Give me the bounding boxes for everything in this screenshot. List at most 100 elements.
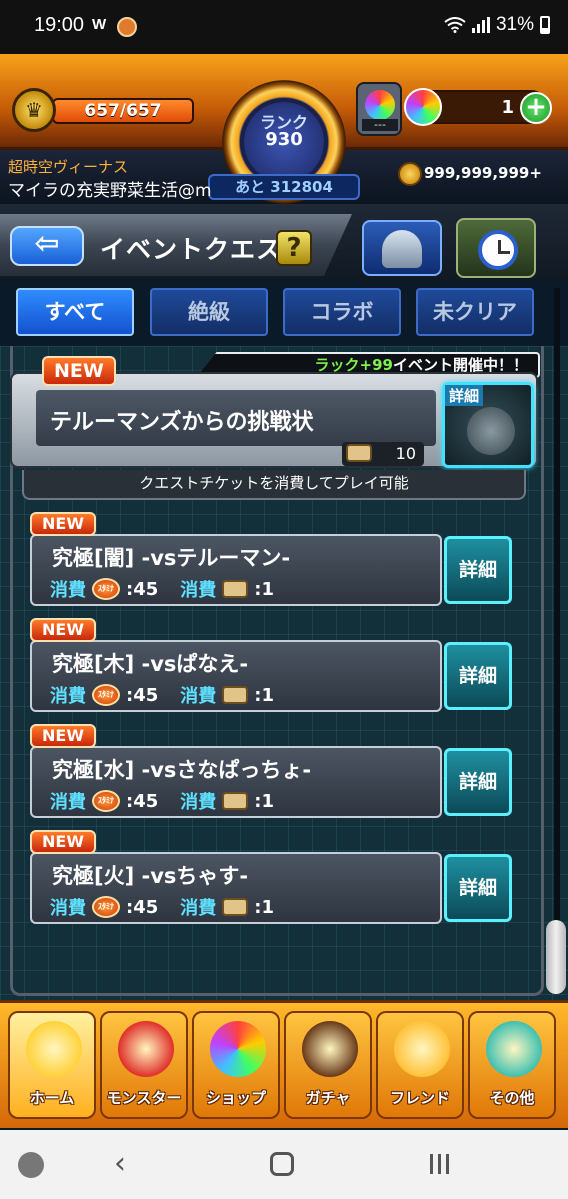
home-nav-button[interactable]: [270, 1152, 294, 1176]
ticket-cost: :1: [254, 790, 274, 812]
orb-icon: [404, 88, 442, 126]
ticket-icon: [222, 580, 249, 598]
bottom-nav: ホーム モンスター ショップ ガチャ フレンド その他: [0, 1000, 568, 1128]
new-badge: NEW: [30, 830, 96, 854]
buy-orb-button[interactable]: +: [520, 92, 552, 124]
nav-monster-button[interactable]: モンスター: [100, 1011, 188, 1119]
back-nav-button[interactable]: ‹: [114, 1146, 126, 1181]
scrollbar-thumb[interactable]: [546, 920, 566, 994]
app-root: 19:00 W 31% 657/657 ♛ ランク 930 あと 312804: [0, 0, 568, 1199]
stamina-icon: ｽﾀﾐﾅ: [92, 790, 120, 812]
event-title: テルーマンズからの挑戦状: [50, 410, 314, 435]
quest-row[interactable]: 究極[火] -vsちゃす- 消費 ｽﾀﾐﾅ:45 消費:1 詳細 NEW: [30, 830, 514, 924]
stamina-cost: :45: [126, 684, 159, 706]
ticket-icon: [346, 444, 372, 462]
stamina-bar: 657/657: [52, 98, 194, 124]
app-indicator-icon: W: [92, 16, 107, 33]
ticket-cost-label: 消費: [180, 792, 217, 813]
rank-value: 930: [265, 129, 303, 150]
tab-all[interactable]: すべて: [16, 288, 134, 336]
new-badge: NEW: [30, 618, 96, 642]
filter-tabs: すべて 絶級 コラボ 未クリア: [0, 282, 568, 346]
event-name: 超時空ヴィーナス: [8, 158, 129, 176]
nav-label: その他: [489, 1089, 535, 1107]
notification-bell-button[interactable]: [362, 220, 442, 276]
ticket-cost: :1: [254, 578, 274, 600]
game-launcher-icon[interactable]: [18, 1152, 44, 1178]
stamina-cost: :45: [126, 578, 159, 600]
quest-name: 究極[闇] -vsテルーマン-: [52, 546, 291, 570]
quest-row[interactable]: 究極[闇] -vsテルーマン- 消費 ｽﾀﾐﾅ:45 消費:1 詳細 NEW: [30, 512, 514, 606]
quest-cost: 消費 ｽﾀﾐﾅ:45 消費:1: [50, 576, 274, 602]
orb-box-icon: [365, 90, 395, 120]
recent-apps-button[interactable]: [430, 1154, 449, 1174]
stamina-cost: :45: [126, 896, 159, 918]
quest-detail-button[interactable]: 詳細: [444, 854, 512, 922]
nav-label: モンスター: [106, 1089, 182, 1107]
quest-detail-button[interactable]: 詳細: [444, 748, 512, 816]
wifi-icon: [444, 17, 466, 33]
quest-row[interactable]: 究極[木] -vsぱなえ- 消費 ｽﾀﾐﾅ:45 消費:1 詳細 NEW: [30, 618, 514, 712]
nav-label: フレンド: [389, 1089, 450, 1107]
stamina-icon: ｽﾀﾐﾅ: [92, 896, 120, 918]
rainbow-orb-icon: [210, 1021, 266, 1077]
rank-next-exp: あと 312804: [208, 174, 360, 200]
quest-cost: 消費 ｽﾀﾐﾅ :45 消費 :1: [50, 788, 274, 814]
gacha-character-icon: [302, 1021, 358, 1077]
nav-home-gate-button[interactable]: ホーム: [8, 1011, 96, 1119]
status-right: 31%: [444, 14, 550, 36]
new-badge: NEW: [42, 356, 116, 386]
ticket-cost-label: 消費: [180, 686, 217, 707]
android-nav-bar: ‹: [0, 1130, 568, 1199]
nav-other-menu-button[interactable]: その他: [468, 1011, 556, 1119]
ticket-cost: :1: [254, 684, 274, 706]
ticket-cost-label: 消費: [180, 898, 217, 919]
back-button[interactable]: ⇦: [10, 226, 84, 266]
quest-body[interactable]: 究極[水] -vsさなぱっちょ- 消費 ｽﾀﾐﾅ :45 消費 :1: [30, 746, 442, 818]
battery-icon: [540, 16, 550, 34]
nav-label: ショップ: [205, 1089, 266, 1107]
event-emblem-icon: [467, 407, 515, 455]
friends-icon: [394, 1021, 450, 1077]
tab-zekkyu[interactable]: 絶級: [150, 288, 268, 336]
quest-detail-button[interactable]: 詳細: [444, 642, 512, 710]
nav-gacha-character-button[interactable]: ガチャ: [284, 1011, 372, 1119]
nav-friends-button[interactable]: フレンド: [376, 1011, 464, 1119]
ticket-icon: [222, 792, 249, 810]
coin-icon: [398, 162, 422, 186]
stamina-cost-label: 消費: [50, 792, 86, 813]
ticket-count: 10: [395, 444, 416, 463]
stamina-cost-label: 消費: [50, 580, 86, 601]
status-time: 19:00: [34, 14, 85, 36]
quest-body[interactable]: 究極[闇] -vsテルーマン- 消費 ｽﾀﾐﾅ:45 消費:1: [30, 534, 442, 606]
quest-body[interactable]: 究極[木] -vsぱなえ- 消費 ｽﾀﾐﾅ:45 消費:1: [30, 640, 442, 712]
clock-icon: [478, 230, 518, 270]
quest-detail-button[interactable]: 詳細: [444, 536, 512, 604]
timer-button[interactable]: [456, 218, 536, 278]
notification-avatar-icon: [117, 17, 137, 37]
stamina-cost: :45: [126, 790, 159, 812]
event-detail-button[interactable]: 詳細: [442, 382, 534, 468]
stamina-cost-label: 消費: [50, 686, 86, 707]
new-badge: NEW: [30, 512, 96, 536]
tab-uncleared[interactable]: 未クリア: [416, 288, 534, 336]
orb-box-button[interactable]: ---: [356, 82, 402, 136]
ticket-cost: :1: [254, 896, 274, 918]
ticket-icon: [222, 898, 249, 916]
quest-cost: 消費 ｽﾀﾐﾅ:45 消費:1: [50, 894, 274, 920]
nav-label: ガチャ: [305, 1089, 351, 1107]
scroll-track[interactable]: [554, 288, 560, 988]
bell-icon: [382, 230, 422, 268]
event-card[interactable]: ラック+99イベント開催中！！ テルーマンズからの挑戦状 10 詳細 NEW ク…: [10, 352, 540, 504]
quest-name: 究極[水] -vsさなぱっちょ-: [52, 758, 312, 782]
event-main-panel: テルーマンズからの挑戦状 10 詳細: [10, 372, 538, 468]
quest-row[interactable]: 究極[水] -vsさなぱっちょ- 消費 ｽﾀﾐﾅ:45 消費:1 詳細 NEW: [30, 724, 514, 818]
nav-label: ホーム: [29, 1089, 75, 1107]
help-button[interactable]: ?: [276, 230, 312, 266]
tab-collab[interactable]: コラボ: [283, 288, 401, 336]
quest-body[interactable]: 究極[火] -vsちゃす- 消費 ｽﾀﾐﾅ:45 消費:1: [30, 852, 442, 924]
username: マイラの充実野菜生活@m: [8, 181, 212, 201]
nav-rainbow-orb-button[interactable]: ショップ: [192, 1011, 280, 1119]
quest-name: 究極[木] -vsぱなえ-: [52, 652, 249, 676]
coin-value: 999,999,999+: [424, 164, 542, 182]
